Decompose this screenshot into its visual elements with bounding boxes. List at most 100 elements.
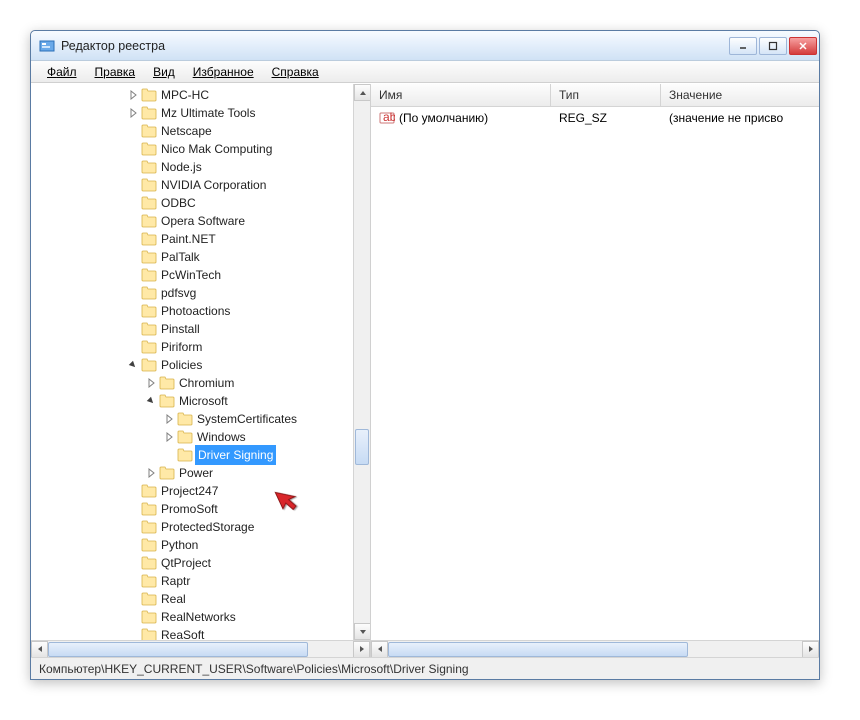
expand-spacer (127, 305, 139, 317)
scroll-down-button[interactable] (354, 623, 370, 640)
expand-icon[interactable] (127, 107, 139, 119)
menu-file[interactable]: Файл (39, 63, 85, 81)
scroll-up-button[interactable] (354, 84, 370, 101)
tree-node-label: pdfsvg (161, 284, 196, 302)
tree-node[interactable]: Policies (31, 356, 370, 374)
tree-node[interactable]: Nico Mak Computing (31, 140, 370, 158)
expand-spacer (127, 269, 139, 281)
scroll-left-button[interactable] (31, 641, 48, 658)
tree-node-label: Opera Software (161, 212, 245, 230)
tree-node-label: MPC-HC (161, 86, 209, 104)
tree-node-label: Microsoft (179, 392, 228, 410)
column-value[interactable]: Значение (661, 84, 819, 106)
tree-node[interactable]: PcWinTech (31, 266, 370, 284)
expand-icon[interactable] (163, 413, 175, 425)
tree-node-label: SystemCertificates (197, 410, 297, 428)
tree-node-label: Mz Ultimate Tools (161, 104, 255, 122)
expand-spacer (127, 215, 139, 227)
tree-node[interactable]: Python (31, 536, 370, 554)
expand-spacer (127, 521, 139, 533)
tree-node[interactable]: Node.js (31, 158, 370, 176)
tree-node-label: Nico Mak Computing (161, 140, 272, 158)
expand-icon[interactable] (163, 431, 175, 443)
scroll-thumb[interactable] (388, 642, 688, 657)
scroll-right-button[interactable] (353, 641, 370, 658)
tree-node[interactable]: SystemCertificates (31, 410, 370, 428)
tree-node-label: Pinstall (161, 320, 200, 338)
menu-edit[interactable]: Правка (87, 63, 144, 81)
string-value-icon: ab (379, 110, 395, 126)
tree-node[interactable]: Photoactions (31, 302, 370, 320)
expand-spacer (127, 179, 139, 191)
tree-node[interactable]: PalTalk (31, 248, 370, 266)
tree-node-label: Netscape (161, 122, 212, 140)
tree-node-label: Piriform (161, 338, 202, 356)
tree-node[interactable]: PromoSoft (31, 500, 370, 518)
tree-horizontal-scrollbar[interactable] (31, 640, 370, 657)
expand-spacer (127, 197, 139, 209)
tree-node[interactable]: ReaSoft (31, 626, 370, 640)
expand-spacer (127, 629, 139, 640)
expand-spacer (127, 539, 139, 551)
tree-node[interactable]: Opera Software (31, 212, 370, 230)
close-button[interactable] (789, 37, 817, 55)
tree-node[interactable]: Microsoft (31, 392, 370, 410)
tree-node[interactable]: Chromium (31, 374, 370, 392)
tree-node[interactable]: Paint.NET (31, 230, 370, 248)
tree-vertical-scrollbar[interactable] (353, 84, 370, 640)
collapse-icon[interactable] (145, 395, 157, 407)
tree-node[interactable]: Netscape (31, 122, 370, 140)
minimize-button[interactable] (729, 37, 757, 55)
tree-node-label: Paint.NET (161, 230, 216, 248)
tree-node[interactable]: RealNetworks (31, 608, 370, 626)
tree-node[interactable]: Project247 (31, 482, 370, 500)
scroll-thumb[interactable] (48, 642, 308, 657)
svg-text:ab: ab (383, 110, 395, 124)
tree-node[interactable]: Pinstall (31, 320, 370, 338)
tree-node[interactable]: pdfsvg (31, 284, 370, 302)
scroll-right-button[interactable] (802, 641, 819, 658)
scroll-thumb[interactable] (355, 429, 369, 465)
list-row[interactable]: ab (По умолчанию) REG_SZ (значение не пр… (371, 109, 819, 127)
expand-spacer (127, 593, 139, 605)
tree-node-label: Real (161, 590, 186, 608)
tree-node[interactable]: ODBC (31, 194, 370, 212)
tree-node[interactable]: Mz Ultimate Tools (31, 104, 370, 122)
tree-node[interactable]: MPC-HC (31, 86, 370, 104)
menu-help[interactable]: Справка (264, 63, 327, 81)
tree-node[interactable]: QtProject (31, 554, 370, 572)
menu-view[interactable]: Вид (145, 63, 183, 81)
tree-node[interactable]: Real (31, 590, 370, 608)
maximize-button[interactable] (759, 37, 787, 55)
menu-favorites[interactable]: Избранное (185, 63, 262, 81)
list-horizontal-scrollbar[interactable] (371, 640, 819, 657)
expand-spacer (127, 323, 139, 335)
tree-node-label: PromoSoft (161, 500, 218, 518)
tree-node[interactable]: Windows (31, 428, 370, 446)
tree-node-label: RealNetworks (161, 608, 236, 626)
tree-node[interactable]: ProtectedStorage (31, 518, 370, 536)
scroll-left-button[interactable] (371, 641, 388, 658)
expand-icon[interactable] (145, 377, 157, 389)
tree-node-label: NVIDIA Corporation (161, 176, 266, 194)
collapse-icon[interactable] (127, 359, 139, 371)
expand-icon[interactable] (127, 89, 139, 101)
tree-node-label: Windows (197, 428, 246, 446)
tree-node[interactable]: NVIDIA Corporation (31, 176, 370, 194)
column-name[interactable]: Имя (371, 84, 551, 106)
column-type[interactable]: Тип (551, 84, 661, 106)
tree-node[interactable]: Piriform (31, 338, 370, 356)
expand-spacer (127, 485, 139, 497)
tree-node[interactable]: Driver Signing (31, 446, 370, 464)
registry-tree[interactable]: MPC-HCMz Ultimate ToolsNetscapeNico Mak … (31, 84, 370, 640)
expand-icon[interactable] (145, 467, 157, 479)
status-path: Компьютер\HKEY_CURRENT_USER\Software\Pol… (39, 662, 469, 676)
tree-node[interactable]: Raptr (31, 572, 370, 590)
titlebar[interactable]: Редактор реестра (31, 31, 819, 61)
tree-node-label-editing[interactable]: Driver Signing (195, 445, 276, 465)
tree-node-label: QtProject (161, 554, 211, 572)
expand-spacer (127, 143, 139, 155)
expand-spacer (127, 557, 139, 569)
tree-node[interactable]: Power (31, 464, 370, 482)
list-body[interactable]: ab (По умолчанию) REG_SZ (значение не пр… (371, 107, 819, 640)
